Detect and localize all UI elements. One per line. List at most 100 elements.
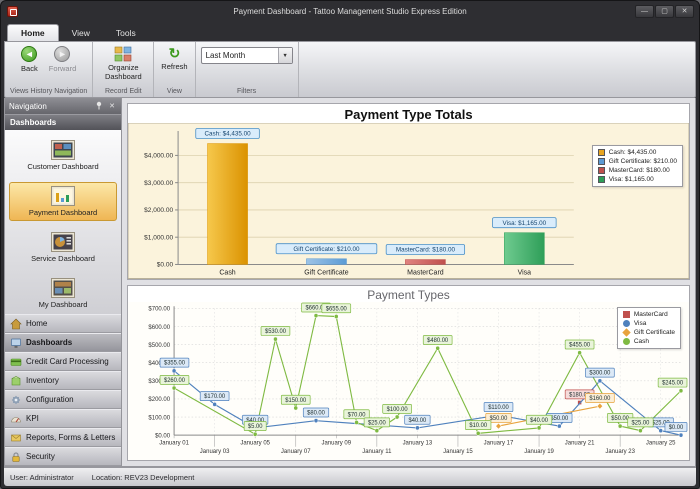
- nav-item-label: Dashboards: [26, 338, 72, 347]
- organize-dashboard-button[interactable]: Organize Dashboard: [98, 45, 148, 82]
- svg-text:January 17: January 17: [484, 439, 514, 446]
- forward-button[interactable]: ► Forward: [47, 45, 79, 74]
- refresh-label: Refresh: [161, 62, 187, 71]
- chevron-down-icon[interactable]: ▼: [278, 48, 292, 63]
- svg-text:Cash: $4,435.00: Cash: $4,435.00: [204, 131, 251, 138]
- navigation-caption-label: Navigation: [9, 102, 47, 111]
- svg-text:January 09: January 09: [321, 439, 351, 446]
- nav-item-label: Home: [26, 319, 47, 328]
- svg-text:MasterCard: $180.00: MasterCard: $180.00: [396, 247, 456, 254]
- window-controls: — ▢ ✕: [635, 5, 694, 18]
- svg-text:$500.00: $500.00: [148, 341, 170, 348]
- sidebar-item-payment-dashboard[interactable]: Payment Dashboard: [9, 182, 117, 221]
- customer-dashboard-icon: [51, 140, 75, 160]
- close-panel-icon[interactable]: ✕: [107, 102, 117, 110]
- legend-item: Visa: $1,165.00: [598, 176, 677, 183]
- nav-item-label: Security: [26, 452, 55, 461]
- svg-text:January 03: January 03: [200, 447, 230, 454]
- svg-text:$200.00: $200.00: [148, 396, 170, 403]
- svg-text:$100.00: $100.00: [387, 406, 409, 412]
- payment-type-totals-panel: Payment Type Totals $0.00$1,000.00$2,000…: [127, 103, 690, 280]
- svg-text:$110.00: $110.00: [488, 404, 509, 410]
- tab-tools[interactable]: Tools: [103, 25, 149, 41]
- svg-text:January 01: January 01: [159, 439, 189, 446]
- filter-period-dropdown[interactable]: Last Month ▼: [201, 47, 293, 64]
- gauge-icon: [10, 413, 22, 425]
- svg-text:January 07: January 07: [281, 447, 311, 454]
- dashboards-group-header[interactable]: Dashboards: [5, 114, 121, 130]
- status-bar: User: Administrator Location: REV23 Deve…: [4, 467, 696, 486]
- sidebar-item-credit-card-processing[interactable]: Credit Card Processing: [5, 352, 121, 371]
- line-chart-legend: MasterCardVisaGift CertificateCash: [617, 307, 681, 349]
- minimize-button[interactable]: —: [635, 5, 654, 18]
- legend-item: MasterCard: $180.00: [598, 167, 677, 174]
- sidebar-item-configuration[interactable]: Configuration: [5, 390, 121, 409]
- sidebar-item-service-dashboard[interactable]: Service Dashboard: [9, 228, 117, 267]
- svg-text:Visa: $1,165.00: Visa: $1,165.00: [503, 220, 547, 227]
- back-button[interactable]: ◄ Back: [19, 45, 40, 74]
- svg-text:$100.00: $100.00: [148, 414, 170, 421]
- svg-text:MasterCard: MasterCard: [407, 269, 444, 276]
- tab-view[interactable]: View: [59, 25, 103, 41]
- svg-text:$455.00: $455.00: [569, 342, 591, 348]
- sidebar-item-inventory[interactable]: Inventory: [5, 371, 121, 390]
- line-chart-title: Payment Types: [128, 286, 689, 302]
- svg-text:January 15: January 15: [443, 447, 473, 454]
- title-bar[interactable]: Payment Dashboard - Tattoo Management St…: [4, 1, 696, 20]
- group-label-filters: Filters: [201, 87, 293, 97]
- pin-icon[interactable]: [94, 101, 104, 112]
- group-label-views-history: Views History Navigation: [10, 87, 87, 97]
- group-label-view: View: [159, 87, 189, 97]
- sidebar-item-my-dashboard[interactable]: My Dashboard: [9, 274, 117, 313]
- sidebar-item-home[interactable]: Home: [5, 314, 121, 333]
- ribbon: ◄ Back ► Forward Views History Navigatio…: [4, 41, 696, 98]
- legend-marker: [622, 328, 630, 336]
- svg-text:Visa: Visa: [518, 269, 532, 276]
- svg-text:$50.00: $50.00: [611, 415, 629, 421]
- forward-label: Forward: [49, 64, 77, 73]
- envelope-icon: [10, 432, 22, 444]
- svg-text:Gift Certificate: Gift Certificate: [304, 269, 348, 276]
- tab-home[interactable]: Home: [7, 24, 59, 41]
- svg-text:$25.00: $25.00: [632, 420, 650, 426]
- legend-item: Gift Certificate: [623, 329, 675, 336]
- svg-text:$600.00: $600.00: [148, 323, 170, 330]
- svg-text:$260.00: $260.00: [164, 377, 186, 383]
- sidebar-item-security[interactable]: Security: [5, 447, 121, 466]
- status-user: User: Administrator: [10, 473, 74, 482]
- nav-item-label: Credit Card Processing: [26, 357, 109, 366]
- svg-text:January 25: January 25: [646, 439, 676, 446]
- dashboards-group-label: Dashboards: [10, 118, 56, 127]
- svg-text:$480.00: $480.00: [427, 337, 449, 343]
- ribbon-group-record-edit: Organize Dashboard Record Edit: [93, 42, 154, 97]
- close-button[interactable]: ✕: [675, 5, 694, 18]
- nav-item-label: Inventory: [26, 376, 59, 385]
- svg-text:$0.00: $0.00: [155, 432, 171, 439]
- sidebar-item-kpi[interactable]: KPI: [5, 409, 121, 428]
- maximize-button[interactable]: ▢: [655, 5, 674, 18]
- svg-text:$25.00: $25.00: [368, 420, 386, 426]
- nav-item-label: Reports, Forms & Letters: [26, 433, 115, 442]
- sidebar-item-dashboards[interactable]: Dashboards: [5, 333, 121, 352]
- refresh-button[interactable]: ↻ Refresh: [159, 45, 189, 72]
- svg-text:$655.00: $655.00: [326, 306, 348, 312]
- sidebar-item-label: Service Dashboard: [31, 254, 95, 263]
- legend-item: Cash: [623, 338, 675, 345]
- dashboards-icon: [10, 337, 22, 349]
- sidebar-item-label: Customer Dashboard: [27, 162, 98, 171]
- svg-text:$80.00: $80.00: [307, 410, 325, 416]
- ribbon-group-views-history: ◄ Back ► Forward Views History Navigatio…: [5, 42, 93, 97]
- nav-item-label: KPI: [26, 414, 39, 423]
- svg-text:$150.00: $150.00: [285, 397, 307, 403]
- sidebar-item-reports-forms-letters[interactable]: Reports, Forms & Letters: [5, 428, 121, 447]
- ribbon-group-filters: Last Month ▼ Filters: [196, 42, 299, 97]
- status-location: Location: REV23 Development: [92, 473, 195, 482]
- svg-text:January 23: January 23: [605, 447, 635, 454]
- legend-swatch: [598, 158, 605, 165]
- legend-swatch: [598, 149, 605, 156]
- svg-text:$700.00: $700.00: [148, 305, 170, 312]
- app-icon[interactable]: [7, 6, 18, 17]
- organize-dashboard-label: Organize Dashboard: [100, 64, 146, 81]
- group-label-record-edit: Record Edit: [98, 87, 148, 97]
- sidebar-item-customer-dashboard[interactable]: Customer Dashboard: [9, 136, 117, 175]
